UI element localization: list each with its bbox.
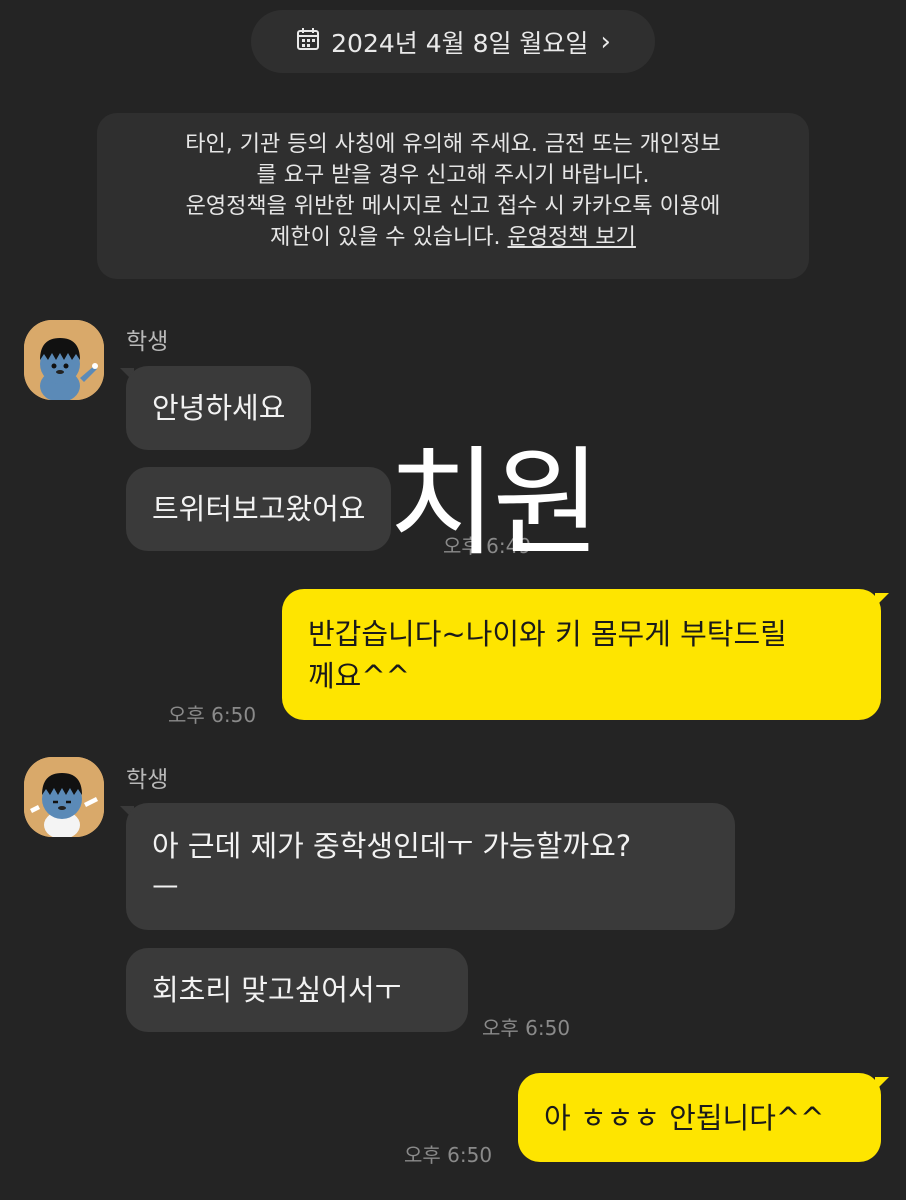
watermark: 치원 xyxy=(388,434,601,572)
message-text: 회초리 맞고싶어서ㅜ xyxy=(152,973,402,1007)
message-text: 아 ㅎㅎㅎ 안됩니다^^ xyxy=(544,1100,825,1135)
message-text-line-1: 아 근데 제가 중학생인데ㅜ 가능할까요? xyxy=(152,828,632,863)
notice-line-2: 를 요구 받을 경우 신고해 주시기 바랍니다. xyxy=(256,163,650,188)
message-text-line-2: 께요^^ xyxy=(308,658,410,693)
message-text-line-1: 반갑습니다~나이와 키 몸무게 부탁드릴 xyxy=(308,616,787,651)
message-bubble[interactable]: 회초리 맞고싶어서ㅜ xyxy=(126,948,468,1032)
safety-notice: 타인, 기관 등의 사칭에 유의해 주세요. 금전 또는 개인정보 를 요구 받… xyxy=(97,113,809,279)
notice-line-4-text: 제한이 있을 수 있습니다. xyxy=(270,225,508,250)
message-text: 안녕하세요 xyxy=(152,391,286,425)
date-header-button[interactable]: 2024년 4월 8일 월요일 › xyxy=(251,10,655,73)
notice-line-4: 제한이 있을 수 있습니다. 운영정책 보기 xyxy=(117,222,789,253)
avatar[interactable] xyxy=(24,320,104,400)
message-time: 오후 6:50 xyxy=(482,1016,571,1040)
character-icon xyxy=(24,320,104,400)
message-bubble[interactable]: 아 근데 제가 중학생인데ㅜ 가능할까요? ㅡ xyxy=(126,803,735,930)
message-time: 오후 6:50 xyxy=(404,1143,493,1167)
message-bubble[interactable]: 트위터보고왔어요 xyxy=(126,467,392,551)
message-bubble[interactable]: 안녕하세요 xyxy=(126,366,312,450)
notice-line-1: 타인, 기관 등의 사칭에 유의해 주세요. 금전 또는 개인정보 xyxy=(185,132,721,157)
chevron-right-icon: › xyxy=(600,26,611,57)
policy-link[interactable]: 운영정책 보기 xyxy=(507,225,635,250)
bubble-tail xyxy=(875,1077,889,1091)
date-label: 2024년 4월 8일 월요일 xyxy=(331,28,589,58)
avatar[interactable] xyxy=(24,757,104,837)
message-time: 오후 6:50 xyxy=(168,703,257,727)
my-message-bubble[interactable]: 아 ㅎㅎㅎ 안됩니다^^ xyxy=(518,1073,881,1162)
my-message-bubble[interactable]: 반갑습니다~나이와 키 몸무게 부탁드릴 께요^^ xyxy=(282,589,881,720)
notice-line-3: 운영정책을 위반한 메시지로 신고 접수 시 카카오톡 이용에 xyxy=(185,194,721,219)
bubble-tail xyxy=(875,593,889,607)
sender-name: 학생 xyxy=(126,767,169,793)
calendar-icon xyxy=(295,26,321,58)
sender-name: 학생 xyxy=(126,329,169,355)
message-text: 트위터보고왔어요 xyxy=(152,492,366,526)
message-text-line-2: ㅡ xyxy=(152,870,179,905)
character-icon xyxy=(24,757,104,837)
